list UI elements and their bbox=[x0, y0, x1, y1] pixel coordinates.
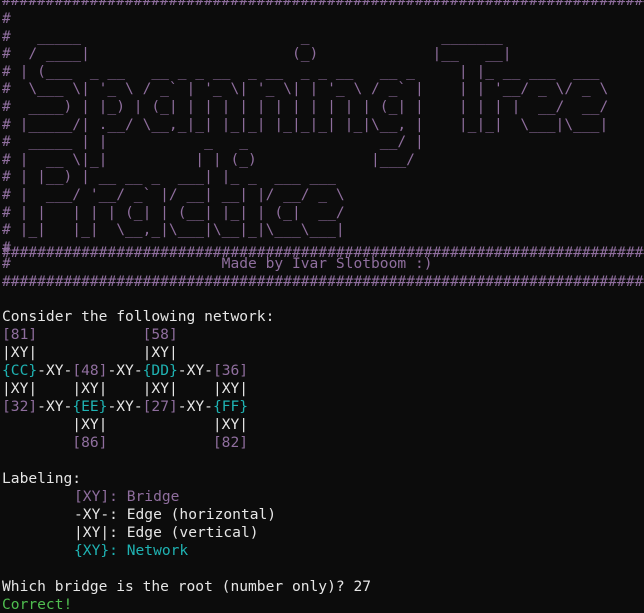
ascii-art-line: # |_____/| .__/ \__,_|_| |_|_| |_|_|_| |… bbox=[2, 115, 644, 133]
legend-symbol: -XY-: bbox=[74, 506, 127, 523]
edge-segment bbox=[37, 344, 142, 361]
edge-segment bbox=[107, 434, 212, 451]
ascii-art-line: # | ___/ '__/ _` |/ __| __| |/ __/ _ \ # bbox=[2, 186, 644, 203]
edge-segment: -XY- bbox=[37, 362, 73, 379]
legend-row: [XY]: Bridge bbox=[74, 488, 179, 506]
edge-segment: |XY| bbox=[2, 344, 38, 361]
network-row: [81] [58] bbox=[2, 326, 178, 344]
question-line[interactable]: Which bridge is the root (number only)? … bbox=[2, 578, 371, 596]
ascii-art-line: # # bbox=[2, 10, 644, 27]
bridge-node: [32] bbox=[2, 398, 38, 415]
network-node: {DD} bbox=[142, 362, 178, 379]
edge-segment bbox=[37, 326, 142, 343]
question-text: Which bridge is the root (number only)? bbox=[2, 578, 354, 595]
bridge-node: [86] bbox=[72, 434, 108, 451]
bridge-node: [27] bbox=[142, 398, 178, 415]
prompt-intro: Consider the following network: bbox=[2, 308, 275, 325]
legend-description: Network bbox=[126, 542, 189, 559]
bridge-node: [36] bbox=[212, 362, 249, 379]
edge-segment: |XY| bbox=[212, 416, 249, 433]
network-node: {FF} bbox=[212, 398, 249, 415]
edge-segment: |XY| bbox=[142, 344, 178, 361]
edge-segment: -XY- bbox=[107, 362, 143, 379]
edge-segment: -XY- bbox=[107, 398, 143, 415]
edge-segment: |XY| bbox=[212, 380, 249, 397]
legend-description: Edge (vertical) bbox=[126, 524, 259, 541]
legend-description: Edge (horizontal) bbox=[126, 506, 277, 523]
ascii-art-line: # | (___ _ __ __ _ _ __ _ __ _ _ __ __ _… bbox=[2, 62, 644, 80]
labeling-title: Labeling: bbox=[2, 470, 82, 487]
ascii-art-line: # _____ _ _______ # bbox=[2, 27, 644, 45]
legend-row: |XY|: Edge (vertical) bbox=[74, 524, 259, 542]
edge-segment: -XY- bbox=[37, 398, 73, 415]
network-row: [32]-XY-{EE}-XY-[27]-XY-{FF} bbox=[2, 398, 248, 416]
ascii-art-line: # ____) | |_) | (_| | | | | | | | | | | … bbox=[2, 98, 644, 115]
answer-input[interactable]: 27 bbox=[353, 578, 371, 595]
legend-row: {XY}: Network bbox=[74, 542, 188, 560]
edge-segment bbox=[2, 434, 72, 451]
ascii-art-line: # | |__) | __ __ _ ___| |_ _ ___ ___ # bbox=[2, 168, 644, 186]
ascii-art-line: # / ____| (_) |__ __| # bbox=[2, 45, 644, 63]
network-node: {CC} bbox=[2, 362, 38, 379]
ascii-art-line: # | | | | | (_| | (__| |_| | (_| __/ # bbox=[2, 203, 644, 221]
legend-symbol: {XY}: bbox=[74, 542, 127, 559]
credit-line: # Made by Ivar Slotboom :) # bbox=[2, 255, 644, 272]
edge-segment bbox=[178, 380, 213, 397]
legend-symbol: |XY|: bbox=[74, 524, 127, 541]
legend-description: Bridge bbox=[126, 488, 180, 505]
result-message: Correct! bbox=[2, 596, 73, 613]
edge-segment: -XY- bbox=[177, 398, 213, 415]
legend-symbol: [XY]: bbox=[74, 488, 127, 505]
ascii-art-line: # | __ \|_| | | (_) |___/ # bbox=[2, 150, 644, 168]
legend-row: -XY-: Edge (horizontal) bbox=[74, 506, 276, 524]
edge-segment bbox=[107, 380, 142, 397]
bridge-node: [48] bbox=[72, 362, 108, 379]
ascii-art-line: # \___ \| '_ \ / _` | '_ \| '_ \| | '_ \… bbox=[2, 80, 644, 98]
network-node: {EE} bbox=[72, 398, 108, 415]
edge-segment: |XY| bbox=[72, 380, 108, 397]
banner-border-top: ########################################… bbox=[2, 0, 644, 9]
edge-segment: -XY- bbox=[177, 362, 213, 379]
bridge-node: [81] bbox=[2, 326, 38, 343]
bridge-node: [82] bbox=[212, 434, 249, 451]
network-row: {CC}-XY-[48]-XY-{DD}-XY-[36] bbox=[2, 362, 248, 380]
edge-segment bbox=[37, 380, 72, 397]
network-row: |XY| |XY| bbox=[2, 416, 248, 434]
edge-segment bbox=[2, 416, 72, 433]
banner-border-bottom: ########################################… bbox=[2, 273, 644, 290]
ascii-art-line: # |_| |_| \__,_|\___|\__|_|\___\___| # bbox=[2, 221, 644, 239]
edge-segment: |XY| bbox=[72, 416, 108, 433]
terminal-window: ########################################… bbox=[0, 0, 644, 613]
bridge-node: [58] bbox=[142, 326, 178, 343]
network-row: |XY| |XY| bbox=[2, 344, 178, 362]
edge-segment bbox=[107, 416, 212, 433]
ascii-art-line: # _____ | | _ _ __/ | # bbox=[2, 133, 644, 151]
edge-segment: |XY| bbox=[2, 380, 38, 397]
edge-segment: |XY| bbox=[142, 380, 178, 397]
network-row: |XY| |XY| |XY| |XY| bbox=[2, 380, 248, 398]
network-row: [86] [82] bbox=[2, 434, 248, 452]
